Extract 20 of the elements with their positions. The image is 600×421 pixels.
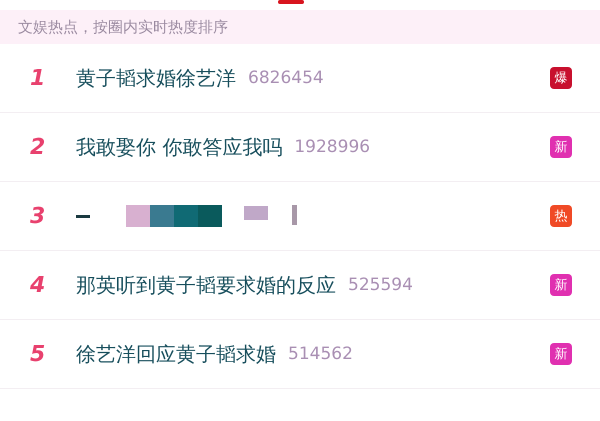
topic-link[interactable]: 我敢娶你 你敢答应我吗 <box>76 134 282 160</box>
rank-number: 2 <box>30 134 46 160</box>
topic-link[interactable]: 徐艺洋回应黄子韬求婚 <box>76 340 276 368</box>
topic-link[interactable]: 那英听到黄子韬要求婚的反应 <box>76 272 336 298</box>
heat-count: 6826454 <box>248 68 324 88</box>
header-text: 文娱热点，按圈内实时热度排序 <box>18 18 228 36</box>
tag-badge: 热 <box>550 205 572 227</box>
tag-badge: 新 <box>550 136 572 158</box>
rank-number: 5 <box>30 342 46 366</box>
tag-badge: 爆 <box>550 67 572 89</box>
tag-badge: 新 <box>550 343 572 365</box>
rank-number: 1 <box>30 66 46 90</box>
tab-indicator <box>278 0 304 4</box>
tag-badge: 新 <box>550 274 572 296</box>
heat-count: 1928996 <box>294 137 370 157</box>
heat-count: 525594 <box>348 275 413 295</box>
heat-count: 514562 <box>288 344 353 364</box>
topic-link[interactable]: 黄子韬求婚徐艺洋 <box>76 64 236 92</box>
rank-number: 3 <box>30 204 46 228</box>
rank-number: 4 <box>30 272 46 298</box>
